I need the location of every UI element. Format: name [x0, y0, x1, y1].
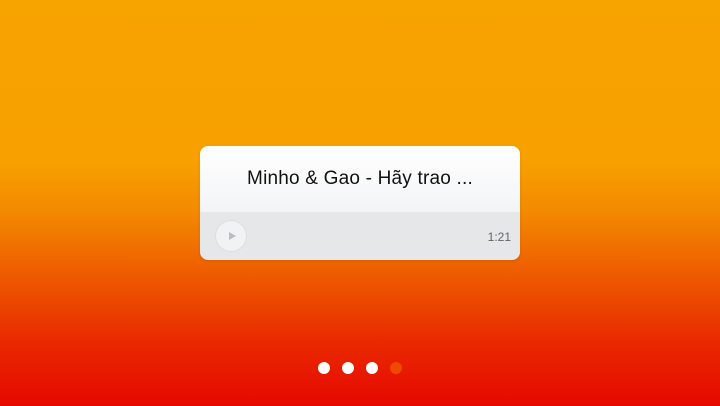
audio-player-bar: 1:21 — [200, 212, 520, 260]
audio-track-card: Minho & Gao - Hãy trao ... 1:21 — [200, 146, 520, 260]
play-button[interactable] — [216, 221, 246, 251]
pagination-dot-4-active[interactable] — [390, 362, 402, 374]
track-title-area: Minho & Gao - Hãy trao ... — [200, 146, 520, 212]
pagination-dots — [318, 362, 402, 374]
play-icon — [228, 232, 236, 240]
pagination-dot-3[interactable] — [366, 362, 378, 374]
track-title: Minho & Gao - Hãy trao ... — [247, 168, 473, 189]
pagination-dot-1[interactable] — [318, 362, 330, 374]
pagination-dot-2[interactable] — [342, 362, 354, 374]
track-duration: 1:21 — [487, 230, 511, 244]
